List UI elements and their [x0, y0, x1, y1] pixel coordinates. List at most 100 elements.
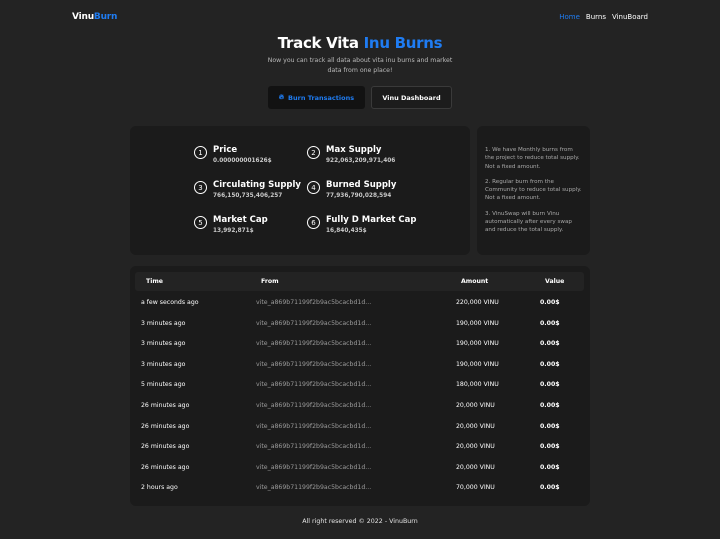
nav-vinuboard-link[interactable]: VinuBoard [612, 13, 648, 21]
header-time: Time [146, 278, 163, 285]
cell-from-address[interactable]: vite_a869b71199f2b9ac5bcacbd1d... [256, 320, 371, 327]
cell-time: a few seconds ago [141, 299, 199, 306]
stat-value: 0.000000001626$ [213, 158, 272, 164]
table-row[interactable]: 3 minutes ago vite_a869b71199f2b9ac5bcacb… [130, 340, 590, 360]
page-title-main: Track Vita [277, 34, 364, 52]
cell-value: 0.00$ [540, 422, 560, 430]
page-subtitle: Now you can track all data about vita in… [267, 57, 453, 74]
stat-label: Max Supply [326, 145, 382, 155]
stat-max-supply: 2 Max Supply 922,063,209,971,406 [307, 145, 395, 166]
info-note-1: 1. We have Monthly burns from the projec… [485, 147, 580, 170]
page-title: Track Vita Inu Burns [0, 34, 720, 52]
logo-accent-text: Burn [93, 12, 118, 22]
stat-market-cap: 5 Market Cap 13,992,871$ [194, 215, 268, 236]
cell-amount: 20,000 VINU [456, 422, 495, 430]
stat-value: 16,840,435$ [326, 228, 367, 234]
cell-value: 0.00$ [540, 463, 560, 471]
stat-value: 922,063,209,971,406 [326, 158, 396, 164]
cell-value: 0.00$ [540, 319, 560, 327]
page-title-accent: Inu Burns [363, 34, 443, 52]
stat-burned-supply: 4 Burned Supply 77,936,790,028,594 [307, 180, 396, 201]
cell-time: 26 minutes ago [141, 463, 190, 471]
table-row[interactable]: a few seconds ago vite_a869b71199f2b9ac5b… [130, 299, 590, 319]
cell-time: 26 minutes ago [141, 443, 190, 451]
cell-time: 26 minutes ago [141, 422, 190, 430]
cell-value: 0.00$ [540, 402, 560, 409]
stat-value: 766,150,735,406,257 [213, 193, 283, 199]
nav-burns-link[interactable]: Burns [586, 13, 606, 21]
table-row[interactable]: 3 minutes ago vite_a869b71199f2b9ac5bcacb… [130, 361, 590, 381]
stat-number-badge: 6 [307, 216, 320, 229]
nav-home-link[interactable]: Home [559, 13, 580, 21]
header-value: Value [545, 278, 565, 285]
stat-label: Market Cap [213, 215, 268, 225]
burn-transactions-table: Time From Amount Value a few seconds ago… [130, 266, 590, 506]
vinu-dashboard-button[interactable]: Vinu Dashboard [371, 86, 452, 109]
main-nav: Home Burns VinuBoard [559, 13, 648, 21]
stat-number-badge: 3 [194, 181, 207, 194]
header-from: From [261, 278, 279, 285]
stat-value: 77,936,790,028,594 [326, 193, 392, 199]
cell-time: 2 hours ago [141, 484, 178, 492]
cell-from-address[interactable]: vite_a869b71199f2b9ac5bcacbd1d... [256, 381, 371, 388]
stat-label: Fully D Market Cap [326, 215, 417, 225]
top-navbar: VinuBurn Home Burns VinuBoard [0, 0, 720, 36]
stat-circulating-supply: 3 Circulating Supply 766,150,735,406,257 [194, 180, 301, 201]
cell-amount: 190,000 VINU [456, 319, 499, 327]
cell-amount: 190,000 VINU [456, 360, 499, 368]
cell-value: 0.00$ [540, 360, 560, 368]
table-row[interactable]: 26 minutes ago vite_a869b71199f2b9ac5bcac… [130, 423, 590, 443]
stat-value: 13,992,871$ [213, 228, 254, 234]
table-row[interactable]: 26 minutes ago vite_a869b71199f2b9ac5bcac… [130, 402, 590, 422]
stat-number-badge: 4 [307, 181, 320, 194]
table-row[interactable]: 26 minutes ago vite_a869b71199f2b9ac5bcac… [130, 443, 590, 463]
table-row[interactable]: 3 minutes ago vite_a869b71199f2b9ac5bcacb… [130, 320, 590, 340]
info-note-2: 2. Regular burn from the Community to re… [485, 178, 582, 202]
cell-from-address[interactable]: vite_a869b71199f2b9ac5bcacbd1d... [256, 464, 371, 471]
header-amount: Amount [461, 278, 489, 285]
cell-value: 0.00$ [540, 443, 560, 451]
table-row[interactable]: 5 minutes ago vite_a869b71199f2b9ac5bcacb… [130, 381, 590, 401]
stat-number-badge: 1 [194, 146, 207, 159]
info-note-3: 3. VinuSwap will burn Vinu automatically… [485, 210, 572, 234]
stats-card: 1 Price 0.000000001626$ 2 Max Supply 922… [130, 126, 470, 255]
cell-time: 26 minutes ago [141, 402, 190, 409]
cell-time: 5 minutes ago [141, 381, 186, 389]
cell-time: 3 minutes ago [141, 360, 186, 368]
stat-number-badge: 5 [194, 216, 207, 229]
cell-from-address[interactable]: vite_a869b71199f2b9ac5bcacbd1d... [256, 484, 371, 491]
cell-amount: 190,000 VINU [456, 340, 499, 348]
cell-value: 0.00$ [540, 340, 560, 348]
footer-copyright: All right reserved © 2022 - VinuBurn [302, 518, 418, 525]
cell-amount: 220,000 VINU [456, 299, 499, 306]
table-row[interactable]: 2 hours ago vite_a869b71199f2b9ac5bcacbd1… [130, 484, 590, 504]
burn-transactions-label: Burn Transactions [288, 93, 355, 102]
cell-value: 0.00$ [540, 381, 560, 389]
cell-value: 0.00$ [540, 299, 560, 306]
cell-time: 3 minutes ago [141, 340, 186, 348]
stat-number-badge: 2 [307, 146, 320, 159]
stat-fully-diluted-market-cap: 6 Fully D Market Cap 16,840,435$ [307, 215, 416, 236]
cell-time: 3 minutes ago [141, 319, 186, 327]
cell-amount: 20,000 VINU [456, 402, 495, 409]
cell-from-address[interactable]: vite_a869b71199f2b9ac5bcacbd1d... [256, 423, 371, 430]
cell-from-address[interactable]: vite_a869b71199f2b9ac5bcacbd1d... [256, 402, 371, 409]
stat-label: Burned Supply [326, 180, 397, 190]
table-header: Time From Amount Value [135, 272, 584, 291]
cell-from-address[interactable]: vite_a869b71199f2b9ac5bcacbd1d... [256, 299, 371, 306]
site-logo[interactable]: VinuBurn [72, 12, 117, 22]
burn-info-card: 1. We have Monthly burns from the projec… [477, 126, 590, 255]
cell-amount: 70,000 VINU [456, 484, 495, 492]
table-row[interactable]: 26 minutes ago vite_a869b71199f2b9ac5bcac… [130, 464, 590, 484]
cell-amount: 180,000 VINU [456, 381, 499, 389]
cell-amount: 20,000 VINU [456, 463, 495, 471]
vinu-dashboard-label: Vinu Dashboard [382, 93, 441, 102]
cell-from-address[interactable]: vite_a869b71199f2b9ac5bcacbd1d... [256, 340, 371, 347]
fire-icon: 🔥︎ [278, 93, 285, 101]
cell-from-address[interactable]: vite_a869b71199f2b9ac5bcacbd1d... [256, 361, 371, 368]
stat-label: Price [213, 145, 238, 155]
cell-amount: 20,000 VINU [456, 443, 495, 451]
stat-label: Circulating Supply [213, 180, 301, 190]
cell-from-address[interactable]: vite_a869b71199f2b9ac5bcacbd1d... [256, 443, 371, 450]
burn-transactions-button[interactable]: 🔥︎ Burn Transactions [268, 86, 365, 109]
